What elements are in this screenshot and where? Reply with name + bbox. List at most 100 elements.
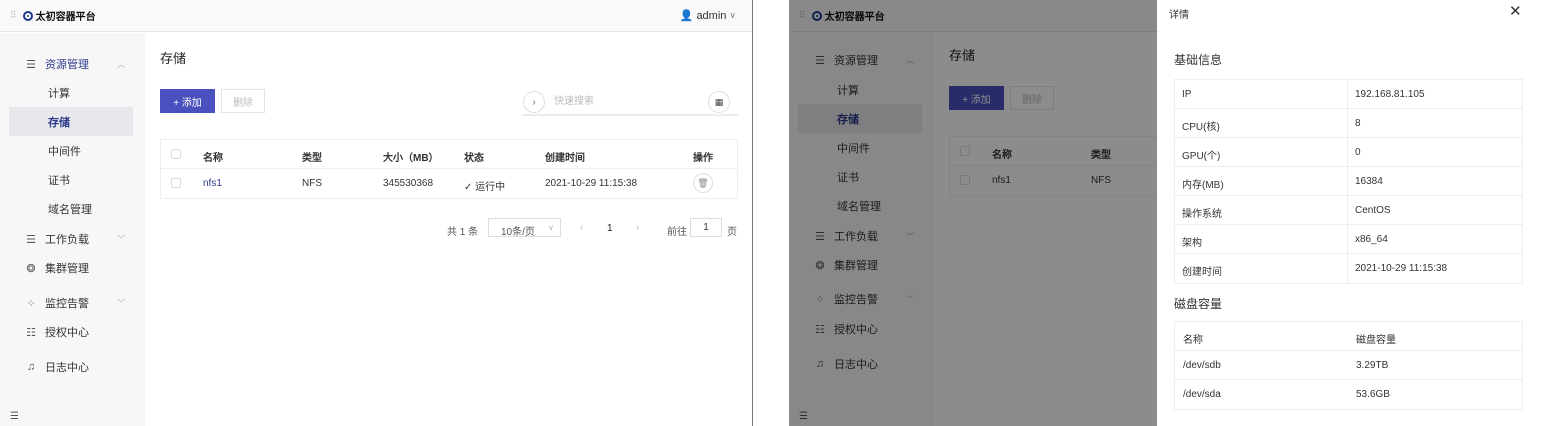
delete-button[interactable]: 删除	[221, 89, 265, 113]
info-row: GPU(个) 0	[1175, 138, 1522, 167]
sidebar-item-monitor[interactable]: ⁘ 监控告警 ﹀	[24, 295, 125, 311]
disk-name: /dev/sdb	[1183, 360, 1221, 371]
page-size-select[interactable]: 10条/页 ∨	[488, 218, 561, 238]
list-icon: ☷	[26, 326, 36, 339]
logo-icon	[22, 10, 33, 21]
page-title: 存储	[160, 51, 187, 66]
info-key: CPU(核)	[1175, 109, 1348, 138]
info-key: 架构	[1175, 225, 1348, 254]
sidebar-item-workload[interactable]: ☰ 工作负载 ﹀	[24, 231, 125, 247]
row-status: ✓ 运行中	[464, 182, 506, 193]
sliders-icon: ☰	[26, 233, 36, 246]
info-row: 架构 x86_64	[1175, 225, 1522, 254]
col-header-status: 状态	[464, 153, 484, 164]
info-value: x86_64	[1355, 234, 1388, 245]
col-header-size: 大小（MB）	[383, 153, 439, 164]
col-header-actions: 操作	[693, 153, 713, 164]
search-bar: › ▦	[522, 89, 738, 116]
disk-col-name: 名称	[1183, 335, 1203, 346]
delete-row-icon[interactable]: 🗑	[693, 173, 713, 193]
grid-icon: ⁘	[26, 297, 36, 310]
chevron-down-icon: ∨	[729, 10, 736, 20]
current-page[interactable]: 1	[607, 223, 613, 234]
info-row: IP 192.168.81.105	[1175, 80, 1522, 109]
row-created: 2021-10-29 11:15:38	[545, 178, 638, 189]
row-checkbox[interactable]	[171, 178, 181, 188]
info-value: CentOS	[1355, 205, 1391, 216]
sidebar-item-compute[interactable]: 计算	[9, 78, 133, 107]
sidebar-item-label: 资源管理	[45, 59, 89, 71]
sidebar-item-label: 计算	[48, 87, 70, 100]
col-header-type: 类型	[302, 153, 322, 164]
disk-capacity: 53.6GB	[1356, 389, 1390, 400]
info-row: CPU(核) 8	[1175, 109, 1522, 138]
detail-drawer: 详情 ✕ 基础信息 IP 192.168.81.105 CPU(核) 8 GPU(个…	[1157, 0, 1541, 426]
chevron-down-icon: ﹀	[117, 298, 125, 308]
sidebar-item-label: 中间件	[48, 145, 81, 158]
sidebar-item-label: 域名管理	[48, 203, 92, 216]
sidebar-item-label: 存储	[48, 116, 70, 129]
sidebar-item-storage[interactable]: 存储	[9, 107, 133, 136]
column-settings-icon[interactable]: ▦	[708, 91, 730, 113]
select-all-checkbox[interactable]	[171, 149, 181, 159]
info-value: 2021-10-29 11:15:38	[1355, 263, 1448, 274]
disk-name: /dev/sda	[1183, 389, 1221, 400]
close-icon[interactable]: ✕	[1509, 2, 1522, 20]
col-header-created: 创建时间	[545, 153, 585, 164]
info-key: IP	[1175, 80, 1348, 109]
chevron-down-icon: ﹀	[117, 234, 125, 244]
sidebar-item-label: 集群管理	[45, 263, 89, 275]
info-key: 内存(MB)	[1175, 167, 1348, 196]
modal-overlay[interactable]	[789, 0, 1157, 426]
info-value: 192.168.81.105	[1355, 89, 1425, 100]
disk-header-row: 名称 磁盘容量	[1175, 322, 1522, 351]
sidebar-item-middleware[interactable]: 中间件	[9, 136, 133, 165]
row-name-link[interactable]: nfs1	[203, 178, 222, 189]
disk-table: 名称 磁盘容量 /dev/sdb 3.29TB /dev/sda 53.6GB	[1174, 321, 1523, 410]
menu-grip-icon: ⠿	[10, 10, 17, 20]
sidebar-item-label: 证书	[48, 174, 70, 187]
row-size: 345530368	[383, 178, 434, 189]
info-key: 创建时间	[1175, 254, 1348, 283]
sidebar-item-certificate[interactable]: 证书	[9, 165, 133, 194]
chevron-right-icon[interactable]: ›	[523, 91, 545, 113]
disk-capacity-title: 磁盘容量	[1174, 297, 1223, 311]
user-menu[interactable]: 👤 admin ∨	[679, 9, 736, 23]
pagination-total: 共 1 条	[447, 227, 479, 238]
disk-col-capacity: 磁盘容量	[1356, 335, 1396, 346]
info-key: 操作系统	[1175, 196, 1348, 225]
brand[interactable]: ⠿ 太初容器平台	[10, 8, 96, 23]
sliders-icon: ☰	[26, 58, 36, 71]
page-unit-label: 页	[727, 227, 737, 238]
table-row: /dev/sdb 3.29TB	[1175, 351, 1522, 380]
sidebar-item-log[interactable]: ♫ 日志中心	[24, 359, 89, 375]
detail-drawer-screen: ⠿ 太初容器平台 ☰ 资源管理 ︿ 计算 存储 中间件 证书 域名管理 ☰ 工作…	[789, 0, 1541, 426]
search-input[interactable]	[554, 94, 694, 108]
table-row: /dev/sda 53.6GB	[1175, 380, 1522, 409]
top-bar: ⠿ 太初容器平台 👤 admin ∨	[0, 0, 752, 32]
pagination: 共 1 条 10条/页 ∨ ‹ 1 › 前往 页	[145, 218, 752, 238]
sidebar-item-auth[interactable]: ☷ 授权中心	[24, 324, 89, 340]
add-button[interactable]: + 添加	[160, 89, 215, 113]
col-header-name: 名称	[203, 153, 223, 164]
sidebar-item-resource[interactable]: ☰ 资源管理 ︿	[24, 56, 125, 72]
info-row: 创建时间 2021-10-29 11:15:38	[1175, 254, 1522, 283]
goto-page-input[interactable]	[690, 218, 722, 237]
prev-page-icon[interactable]: ‹	[580, 222, 583, 233]
info-key: GPU(个)	[1175, 138, 1348, 167]
storage-page-screen: ⠿ 太初容器平台 👤 admin ∨ ☰ 资源管理 ︿ 计算 存储 中间件 证书…	[0, 0, 753, 426]
user-icon: 👤	[679, 10, 694, 22]
info-value: 0	[1355, 147, 1361, 158]
disk-capacity: 3.29TB	[1356, 360, 1389, 371]
drawer-title: 详情	[1169, 10, 1189, 21]
info-row: 操作系统 CentOS	[1175, 196, 1522, 225]
sidebar-item-cluster[interactable]: ❂ 集群管理	[24, 260, 89, 276]
info-value: 16384	[1355, 176, 1383, 187]
sidebar: ☰ 资源管理 ︿ 计算 存储 中间件 证书 域名管理 ☰ 工作负载 ﹀ ❂ 集群…	[0, 33, 145, 426]
table-header-row: 名称 类型 大小（MB） 状态 创建时间 操作	[161, 140, 737, 169]
sidebar-item-domain[interactable]: 域名管理	[9, 194, 133, 223]
sidebar-item-label: 日志中心	[45, 362, 89, 374]
next-page-icon[interactable]: ›	[636, 222, 639, 233]
cluster-icon: ❂	[26, 262, 36, 275]
collapse-sidebar-icon[interactable]: ☰	[10, 411, 19, 422]
